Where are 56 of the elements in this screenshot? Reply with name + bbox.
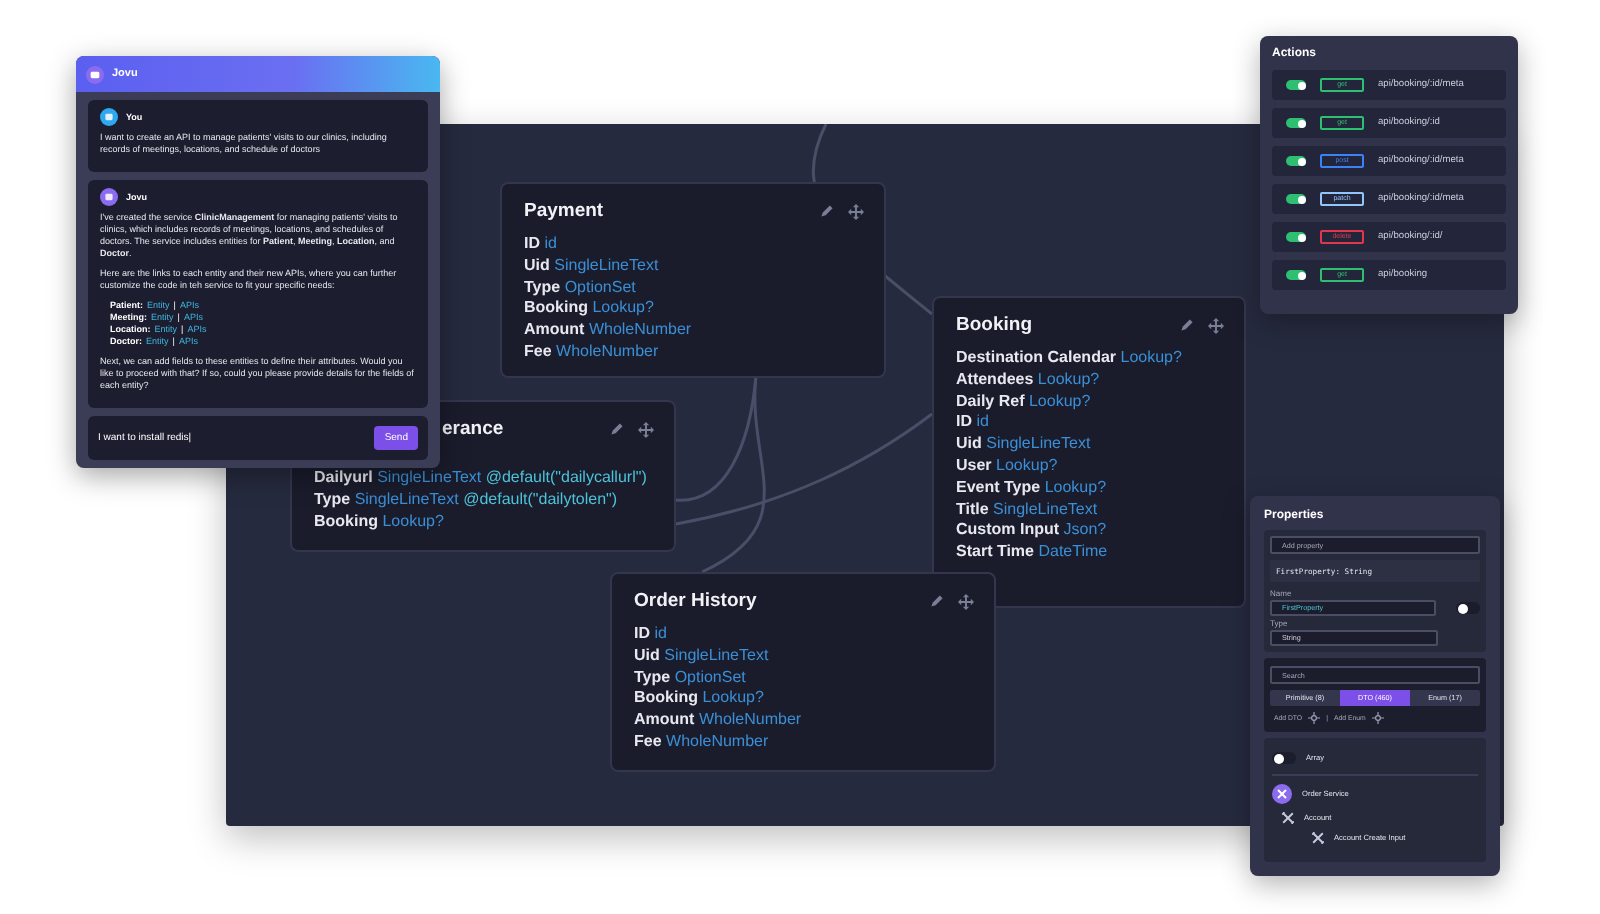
toggle-switch[interactable]: [1456, 602, 1480, 614]
avatar-icon: [100, 108, 118, 126]
crossed-tools-icon: [1312, 832, 1324, 844]
field-row: Destination Calendar Lookup?: [956, 348, 1182, 370]
pencil-icon: [610, 422, 624, 436]
toggle-switch[interactable]: [1272, 752, 1296, 764]
crosshair-icon: [1371, 712, 1384, 724]
toggle-switch[interactable]: [1286, 270, 1306, 280]
field-row: Booking Lookup?: [314, 511, 444, 533]
field-row: Booking Lookup?: [634, 688, 764, 711]
field-row: Start Time DateTime: [956, 542, 1108, 564]
field-row: Uid SingleLineText: [524, 255, 659, 278]
field-row: Custom Input Json?: [956, 520, 1107, 543]
entity-title: Order History: [634, 590, 757, 612]
avatar-icon: [100, 188, 118, 206]
toggle-switch[interactable]: [1286, 80, 1306, 90]
field-row: Fee WholeNumber: [524, 341, 659, 364]
field-row: Amount WholeNumber: [524, 320, 692, 342]
toggle-switch[interactable]: [1286, 118, 1306, 128]
toggle-switch[interactable]: [1286, 156, 1306, 166]
entity-title: Booking: [956, 314, 1032, 336]
pencil-icon: [930, 594, 944, 608]
field-row: ID id: [634, 624, 667, 646]
field-row: ID id: [524, 234, 557, 256]
field-row: User Lookup?: [956, 455, 1058, 478]
pencil-icon: [820, 204, 834, 218]
entity-title: erance: [442, 418, 504, 440]
move-icon: [638, 421, 654, 437]
field-row: Dailyurl SingleLineText @default("dailycallurl"): [314, 468, 647, 490]
robot-icon: [86, 65, 104, 83]
field-row: Uid SingleLineText: [634, 645, 769, 668]
field-row: Attendees Lookup?: [956, 369, 1100, 392]
move-icon: [958, 593, 974, 609]
service-icon: [1272, 784, 1292, 804]
field-row: Daily Ref Lookup?: [956, 391, 1091, 413]
field-row: Type OptionSet: [524, 277, 636, 299]
field-row: Uid SingleLineText: [956, 434, 1091, 456]
field-row: Type OptionSet: [634, 667, 746, 689]
crosshair-icon: [1308, 712, 1321, 724]
entity-card[interactable]: Payment ID id Uid SingleLineText Type OptionSet Booking Lookup? Amount WholeNumber Fee WholeNumber: [500, 182, 886, 378]
move-icon: [848, 203, 864, 219]
entity-title: Payment: [524, 200, 604, 222]
field-row: Event Type Lookup?: [956, 477, 1107, 500]
pencil-icon: [1180, 318, 1194, 332]
field-row: Type SingleLineText @default("dailytolen"): [314, 489, 618, 512]
entity-card[interactable]: Order History ID id Uid SingleLineText Type OptionSet Booking Lookup? Amount WholeNumber Fee WholeNumber: [610, 572, 996, 772]
move-icon: [1208, 317, 1224, 333]
field-row: Fee WholeNumber: [634, 731, 769, 754]
field-row: Amount WholeNumber: [634, 710, 802, 732]
field-row: ID id: [956, 412, 989, 435]
crossed-tools-icon: [1282, 812, 1294, 824]
entity-card[interactable]: Booking Destination Calendar Lookup? Attendees Lookup? Daily Ref Lookup? ID id Uid SingleLineText User Lookup? Event Type Lookup? Title SingleLineText Custom Input Json? Start Time DateTime: [932, 296, 1246, 608]
field-row: Title SingleLineText: [956, 499, 1098, 521]
field-row: Booking Lookup?: [524, 298, 654, 321]
toggle-switch[interactable]: [1286, 194, 1306, 204]
toggle-switch[interactable]: [1286, 232, 1306, 242]
